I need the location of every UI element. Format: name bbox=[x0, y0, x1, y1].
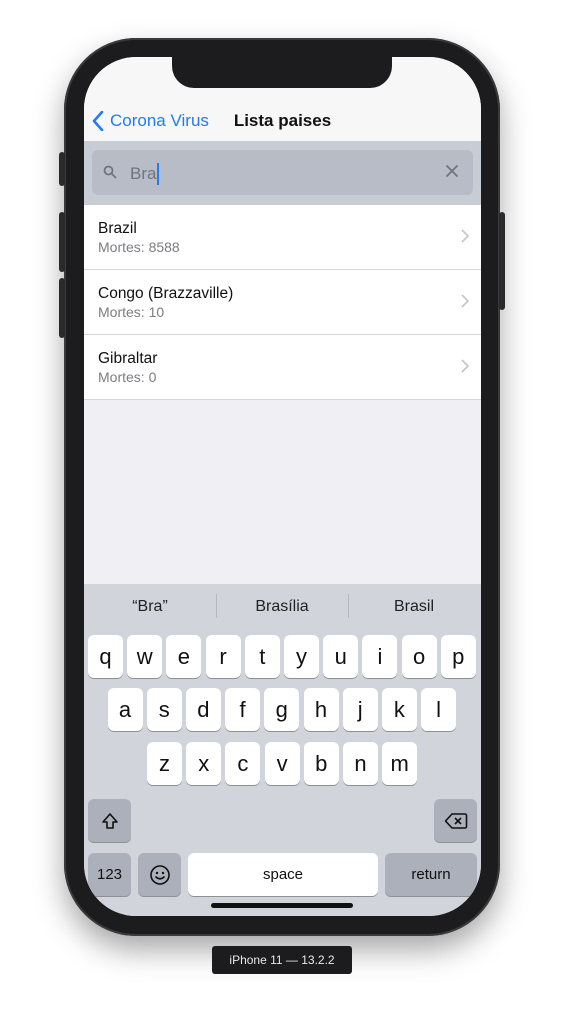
death-count: Mortes: 10 bbox=[98, 304, 165, 320]
key-c[interactable]: c bbox=[225, 742, 261, 785]
suggestion-bar: “Bra” Brasília Brasil bbox=[84, 584, 481, 628]
key-h[interactable]: h bbox=[303, 688, 339, 731]
key-o[interactable]: o bbox=[401, 635, 437, 678]
key-t[interactable]: t bbox=[244, 635, 280, 678]
key-n[interactable]: n bbox=[343, 742, 378, 785]
volume-down-button bbox=[59, 278, 65, 338]
key-j[interactable]: j bbox=[342, 688, 378, 731]
suggestion-item[interactable]: Brasília bbox=[216, 598, 348, 616]
page-title: Lista paises bbox=[233, 111, 332, 130]
clear-icon[interactable] bbox=[445, 164, 459, 178]
country-name: Congo (Brazzaville) bbox=[98, 285, 234, 302]
key-y[interactable]: y bbox=[284, 635, 319, 678]
search-input[interactable]: Bra bbox=[92, 150, 473, 195]
death-count: Mortes: 0 bbox=[98, 369, 157, 385]
key-p[interactable]: p bbox=[440, 635, 476, 678]
list-item[interactable]: Brazil Mortes: 8588 bbox=[84, 205, 481, 270]
emoji-key[interactable] bbox=[138, 853, 181, 896]
key-e[interactable]: e bbox=[166, 635, 202, 678]
key-i[interactable]: i bbox=[362, 635, 398, 678]
text-cursor bbox=[157, 163, 160, 185]
chevron-right-icon bbox=[461, 229, 469, 243]
key-b[interactable]: b bbox=[303, 742, 339, 785]
search-bar: Bra bbox=[84, 141, 481, 205]
search-input-value: Bra bbox=[130, 164, 157, 183]
chevron-right-icon bbox=[461, 294, 469, 308]
chevron-right-icon bbox=[461, 359, 469, 373]
death-count: Mortes: 8588 bbox=[98, 239, 180, 255]
key-f[interactable]: f bbox=[225, 688, 261, 731]
notch bbox=[172, 57, 392, 88]
key-g[interactable]: g bbox=[264, 688, 300, 731]
volume-up-button bbox=[59, 212, 65, 272]
side-button bbox=[499, 212, 505, 310]
key-w[interactable]: w bbox=[127, 635, 163, 678]
key-a[interactable]: a bbox=[107, 688, 143, 731]
key-u[interactable]: u bbox=[323, 635, 359, 678]
list-item[interactable]: Gibraltar Mortes: 0 bbox=[84, 335, 481, 400]
list-item[interactable]: Congo (Brazzaville) Mortes: 10 bbox=[84, 270, 481, 335]
search-icon bbox=[103, 165, 117, 179]
home-indicator bbox=[211, 903, 353, 908]
key-m[interactable]: m bbox=[382, 742, 418, 785]
shift-key[interactable] bbox=[88, 799, 131, 842]
keyboard: “Bra” Brasília Brasil qwertyuiop asdfghjk… bbox=[84, 584, 481, 916]
key-d[interactable]: d bbox=[185, 688, 221, 731]
delete-icon bbox=[444, 812, 467, 829]
device-label: iPhone 11 — 13.2.2 bbox=[212, 946, 352, 974]
country-list: Brazil Mortes: 8588 Congo (Brazzaville) … bbox=[84, 205, 481, 400]
return-key[interactable]: return bbox=[385, 853, 477, 896]
suggestion-item[interactable]: “Bra” bbox=[84, 598, 216, 616]
country-name: Gibraltar bbox=[98, 350, 158, 367]
key-l[interactable]: l bbox=[421, 688, 457, 731]
key-x[interactable]: x bbox=[186, 742, 222, 785]
screen: Corona Virus Lista paises Bra Brazil Mor… bbox=[84, 57, 481, 916]
country-name: Brazil bbox=[98, 220, 137, 237]
key-v[interactable]: v bbox=[264, 742, 300, 785]
numbers-key[interactable]: 123 bbox=[88, 853, 131, 896]
key-q[interactable]: q bbox=[88, 635, 123, 678]
mute-switch bbox=[59, 152, 65, 186]
shift-arrow-icon bbox=[101, 812, 118, 829]
key-k[interactable]: k bbox=[381, 688, 417, 731]
key-r[interactable]: r bbox=[205, 635, 241, 678]
space-key[interactable]: space bbox=[188, 853, 378, 896]
backspace-key[interactable] bbox=[434, 799, 477, 842]
emoji-icon bbox=[149, 864, 170, 885]
suggestion-item[interactable]: Brasil bbox=[348, 598, 480, 616]
key-z[interactable]: z bbox=[147, 742, 182, 785]
key-s[interactable]: s bbox=[146, 688, 182, 731]
